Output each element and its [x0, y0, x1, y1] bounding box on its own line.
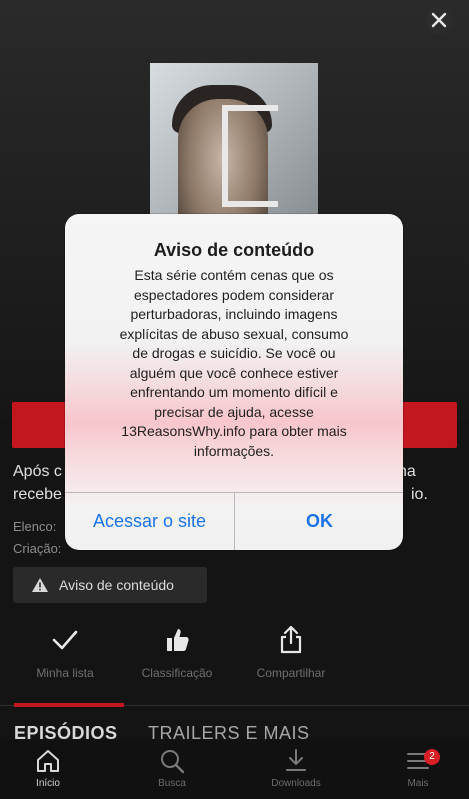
ok-button[interactable]: OK	[235, 493, 403, 550]
nav-downloads-label: Downloads	[271, 778, 321, 789]
dialog-message-line: precisar de ajuda, acesse	[154, 403, 314, 420]
warning-triangle-icon	[32, 578, 48, 592]
download-icon	[286, 749, 306, 771]
content-warning-dialog: Aviso de conteúdo Esta série contém cena…	[65, 214, 403, 550]
search-icon	[161, 750, 185, 774]
visit-site-button[interactable]: Acessar o site	[65, 493, 234, 550]
check-icon	[52, 630, 78, 650]
dialog-title: Aviso de conteúdo	[153, 240, 315, 260]
close-button[interactable]	[425, 6, 453, 34]
action-row: Minha lista Classificação Compartilhar	[0, 622, 469, 692]
nav-search-label: Busca	[158, 778, 186, 789]
home-icon	[37, 750, 59, 772]
dialog-message-line: 13ReasonsWhy.info para obter mais	[121, 423, 347, 439]
my-list-label: Minha lista	[36, 666, 94, 680]
share-icon	[280, 625, 302, 654]
synopsis-line2-end: io.	[411, 486, 428, 503]
cast-line: Elenco:	[13, 519, 57, 534]
thumbs-up-icon	[167, 629, 189, 651]
content-warning-chip[interactable]: Aviso de conteúdo	[13, 567, 207, 603]
rate-action[interactable]: Classificação	[122, 622, 232, 680]
poster-logo	[206, 67, 262, 83]
close-icon	[431, 12, 447, 28]
dialog-message-line: perturbadoras, incluindo imagens	[130, 306, 338, 322]
share-action[interactable]: Compartilhar	[236, 622, 346, 680]
bottom-nav: Início Busca Downloads 2 Mais	[0, 740, 469, 799]
dialog-message-line: informações.	[193, 442, 275, 459]
nav-home-label: Início	[36, 778, 60, 789]
my-list-action[interactable]: Minha lista	[10, 622, 120, 680]
dialog-message-line: explícitas de abuso sexual, consumo	[119, 325, 349, 342]
content-warning-label: Aviso de conteúdo	[59, 577, 174, 593]
nav-downloads[interactable]: Downloads	[256, 748, 336, 789]
dialog-message-line: alguém que você conhece estiver	[129, 364, 339, 381]
dialog-message-line: enfrentando um momento difícil e	[130, 384, 338, 400]
synopsis-line2: recebe	[13, 486, 62, 503]
nav-more[interactable]: 2 Mais	[378, 748, 458, 789]
dialog-message-line: Esta série contém cenas que os	[134, 267, 334, 283]
more-badge: 2	[424, 749, 440, 765]
nav-more-label: Mais	[407, 778, 429, 789]
active-tab-indicator	[14, 703, 124, 707]
dialog-message-line: espectadores podem considerar	[133, 286, 334, 303]
nav-home[interactable]: Início	[8, 748, 88, 789]
rate-label: Classificação	[141, 666, 213, 680]
synopsis-line1: Após c	[13, 463, 62, 480]
share-label: Compartilhar	[256, 666, 326, 680]
dialog-message: Esta série contém cenas que os espectado…	[91, 266, 377, 461]
creator-line: Criação:	[13, 541, 62, 556]
nav-search[interactable]: Busca	[132, 748, 212, 789]
dialog-message-line: de drogas e suicídio. Se você ou	[132, 345, 336, 361]
poster-frame-graphic	[222, 105, 278, 207]
